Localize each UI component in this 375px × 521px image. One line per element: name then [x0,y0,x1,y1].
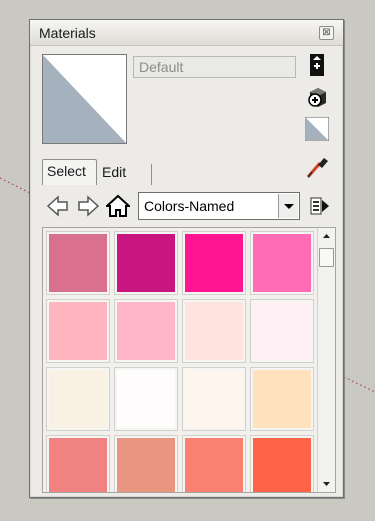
color-swatch[interactable] [182,435,246,492]
collection-dropdown[interactable]: Colors-Named [138,192,300,220]
material-swatch-icon [43,55,126,143]
color-swatch[interactable] [46,231,110,295]
tab-bar: Select Edit [42,158,342,185]
swatch-color-fill [185,302,243,360]
title-bar[interactable]: Materials ⊠ [30,20,343,46]
home-icon[interactable] [104,194,132,218]
close-button[interactable]: ⊠ [319,26,334,40]
default-material-icon[interactable] [304,116,330,142]
swatch-color-fill [253,370,311,428]
swatch-color-fill [49,370,107,428]
back-arrow-icon[interactable] [46,194,70,218]
collection-value: Colors-Named [144,198,235,214]
create-material-icon[interactable] [305,84,329,108]
color-swatch[interactable] [114,435,178,492]
swatch-color-fill [117,302,175,360]
close-icon: ⊠ [322,27,331,38]
color-swatch[interactable] [250,299,314,363]
color-swatch[interactable] [250,367,314,431]
vertical-scrollbar[interactable] [317,228,335,492]
scroll-thumb[interactable] [319,248,334,267]
swatch-color-fill [117,234,175,292]
color-swatch[interactable] [46,299,110,363]
color-swatch[interactable] [182,299,246,363]
swatch-color-fill [49,302,107,360]
navigation-toolbar: Colors-Named [42,190,342,222]
swatch-color-fill [49,234,107,292]
swatch-grid [42,227,336,493]
swatch-color-fill [185,370,243,428]
color-swatch[interactable] [250,231,314,295]
color-swatch[interactable] [114,367,178,431]
details-arrow-icon[interactable] [308,194,332,218]
color-swatch[interactable] [46,435,110,492]
materials-panel: Materials ⊠ Default Select Edit Colors-N… [29,19,344,498]
material-preview[interactable] [42,54,127,144]
swatch-color-fill [117,438,175,492]
color-swatch[interactable] [114,299,178,363]
color-swatch[interactable] [114,231,178,295]
swatch-color-fill [253,438,311,492]
swatch-color-fill [185,438,243,492]
display-in-model-icon[interactable] [305,53,329,77]
swatch-color-fill [117,370,175,428]
color-swatch[interactable] [46,367,110,431]
tab-edit[interactable]: Edit [98,164,152,185]
swatch-color-fill [253,234,311,292]
material-name-field[interactable] [133,56,296,78]
chevron-down-icon[interactable] [278,194,298,218]
color-swatch[interactable] [182,231,246,295]
color-swatch[interactable] [250,435,314,492]
color-swatch[interactable] [182,367,246,431]
swatch-color-fill [49,438,107,492]
scroll-down-icon[interactable] [318,476,335,492]
sample-paint-icon[interactable] [304,153,330,181]
forward-arrow-icon[interactable] [76,194,100,218]
panel-title: Materials [39,25,96,41]
scroll-up-icon[interactable] [318,228,335,244]
swatch-color-fill [185,234,243,292]
tab-select[interactable]: Select [42,159,97,185]
swatch-color-fill [253,302,311,360]
